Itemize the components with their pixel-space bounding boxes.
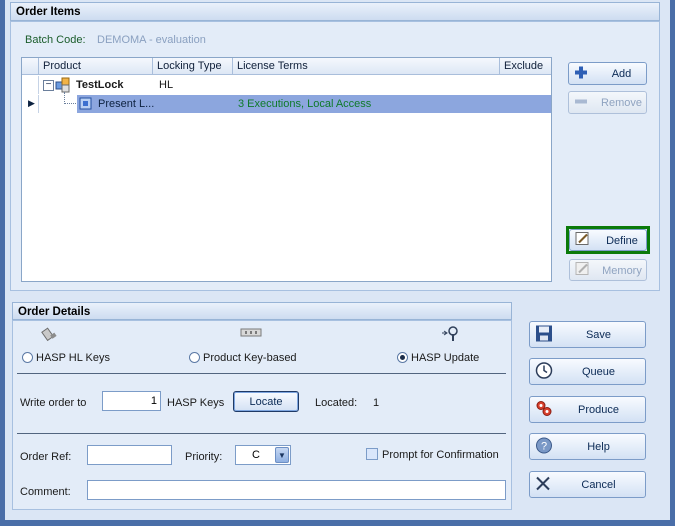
locate-button-label: Locate [249, 396, 283, 408]
help-button-label: Help [587, 441, 610, 453]
help-button[interactable]: ? Help [529, 433, 646, 460]
batch-code-label: Batch Code: [25, 34, 86, 46]
radio-hasp-hl-keys-label[interactable]: HASP HL Keys [36, 352, 110, 364]
radio-hasp-hl-keys[interactable] [22, 352, 33, 363]
row-product: Present L... [98, 98, 155, 110]
row-indicator: ▶ [22, 95, 39, 113]
write-order-label: Write order to [20, 397, 87, 409]
row-locking-type: HL [159, 79, 174, 91]
col-license-terms[interactable]: License Terms [233, 58, 500, 75]
gears-icon [535, 399, 553, 420]
window-frame: Order Items Batch Code: DEMOMA - evaluat… [5, 0, 670, 520]
define-button-label: Define [606, 235, 638, 247]
remove-button-label: Remove [601, 97, 642, 109]
hasp-keys-label: HASP Keys [167, 397, 225, 409]
produce-button-label: Produce [578, 404, 619, 416]
svg-text:?: ? [541, 440, 547, 452]
divider [17, 433, 506, 434]
add-button-label: Add [611, 68, 632, 80]
queue-button[interactable]: Queue [529, 358, 646, 385]
priority-select[interactable]: C ▼ [235, 445, 291, 465]
prompt-confirmation-checkbox[interactable] [366, 448, 378, 460]
table-row[interactable]: − TestLock HL [22, 76, 551, 94]
memory-button-label: Memory [602, 265, 642, 277]
order-items-title: Order Items [16, 6, 81, 18]
located-label: Located: [315, 397, 358, 409]
row-license-terms: 3 Executions, Local Access [238, 98, 372, 110]
grid-header: Product Locking Type License Terms Exclu… [22, 58, 551, 75]
chevron-down-icon[interactable]: ▼ [275, 447, 289, 463]
col-exclude[interactable]: Exclude [500, 58, 551, 75]
order-ref-label: Order Ref: [20, 451, 72, 463]
order-ref-input[interactable] [87, 445, 172, 465]
tree-line [64, 92, 76, 104]
save-button[interactable]: Save [529, 321, 646, 348]
clock-icon [535, 361, 553, 382]
order-items-grid[interactable]: Product Locking Type License Terms Exclu… [21, 57, 552, 282]
memory-button[interactable]: Memory [569, 259, 647, 281]
close-icon [535, 475, 551, 494]
row-indicator [22, 76, 39, 94]
produce-button[interactable]: Produce [529, 396, 646, 423]
comment-input[interactable] [87, 480, 506, 500]
floppy-disk-icon [535, 324, 553, 345]
add-icon [574, 65, 588, 82]
located-value: 1 [373, 397, 380, 409]
radio-product-key-based[interactable] [189, 352, 200, 363]
queue-button-label: Queue [581, 366, 616, 378]
cancel-button-label: Cancel [581, 479, 616, 491]
cancel-button[interactable]: Cancel [529, 471, 646, 498]
radio-hasp-update-label[interactable]: HASP Update [411, 352, 479, 364]
hasp-update-icon [441, 325, 459, 346]
locate-button[interactable]: Locate [233, 391, 299, 412]
grid-corner [22, 58, 39, 75]
col-product[interactable]: Product [39, 58, 153, 75]
table-row[interactable]: ▶ Present L... 3 Executions, Local Acces… [22, 92, 551, 114]
divider [17, 373, 506, 374]
priority-value: C [252, 449, 260, 461]
hasp-hl-key-icon [41, 326, 59, 345]
define-icon [575, 231, 591, 250]
memory-icon [575, 261, 591, 280]
priority-label: Priority: [185, 451, 223, 463]
col-locking-type[interactable]: Locking Type [153, 58, 233, 75]
radio-hasp-update[interactable] [397, 352, 408, 363]
order-details-header: Order Details [12, 302, 512, 320]
current-row-arrow-icon: ▶ [28, 98, 35, 108]
row-product: TestLock [76, 79, 124, 91]
minus-icon [574, 94, 588, 111]
define-button[interactable]: Define [569, 229, 647, 251]
batch-code-value: DEMOMA - evaluation [97, 34, 206, 46]
comment-label: Comment: [20, 486, 71, 498]
radio-product-key-based-label[interactable]: Product Key-based [203, 352, 297, 364]
collapse-icon[interactable]: − [43, 80, 54, 91]
order-details-title: Order Details [18, 306, 91, 318]
product-key-icon [240, 328, 262, 341]
help-icon: ? [535, 436, 553, 457]
remove-button[interactable]: Remove [568, 91, 647, 114]
order-items-header: Order Items [10, 2, 660, 21]
prompt-confirmation-label[interactable]: Prompt for Confirmation [382, 449, 499, 461]
write-order-count-input[interactable] [102, 391, 161, 411]
feature-icon [79, 97, 93, 114]
save-button-label: Save [585, 329, 612, 341]
add-button[interactable]: Add [568, 62, 647, 85]
